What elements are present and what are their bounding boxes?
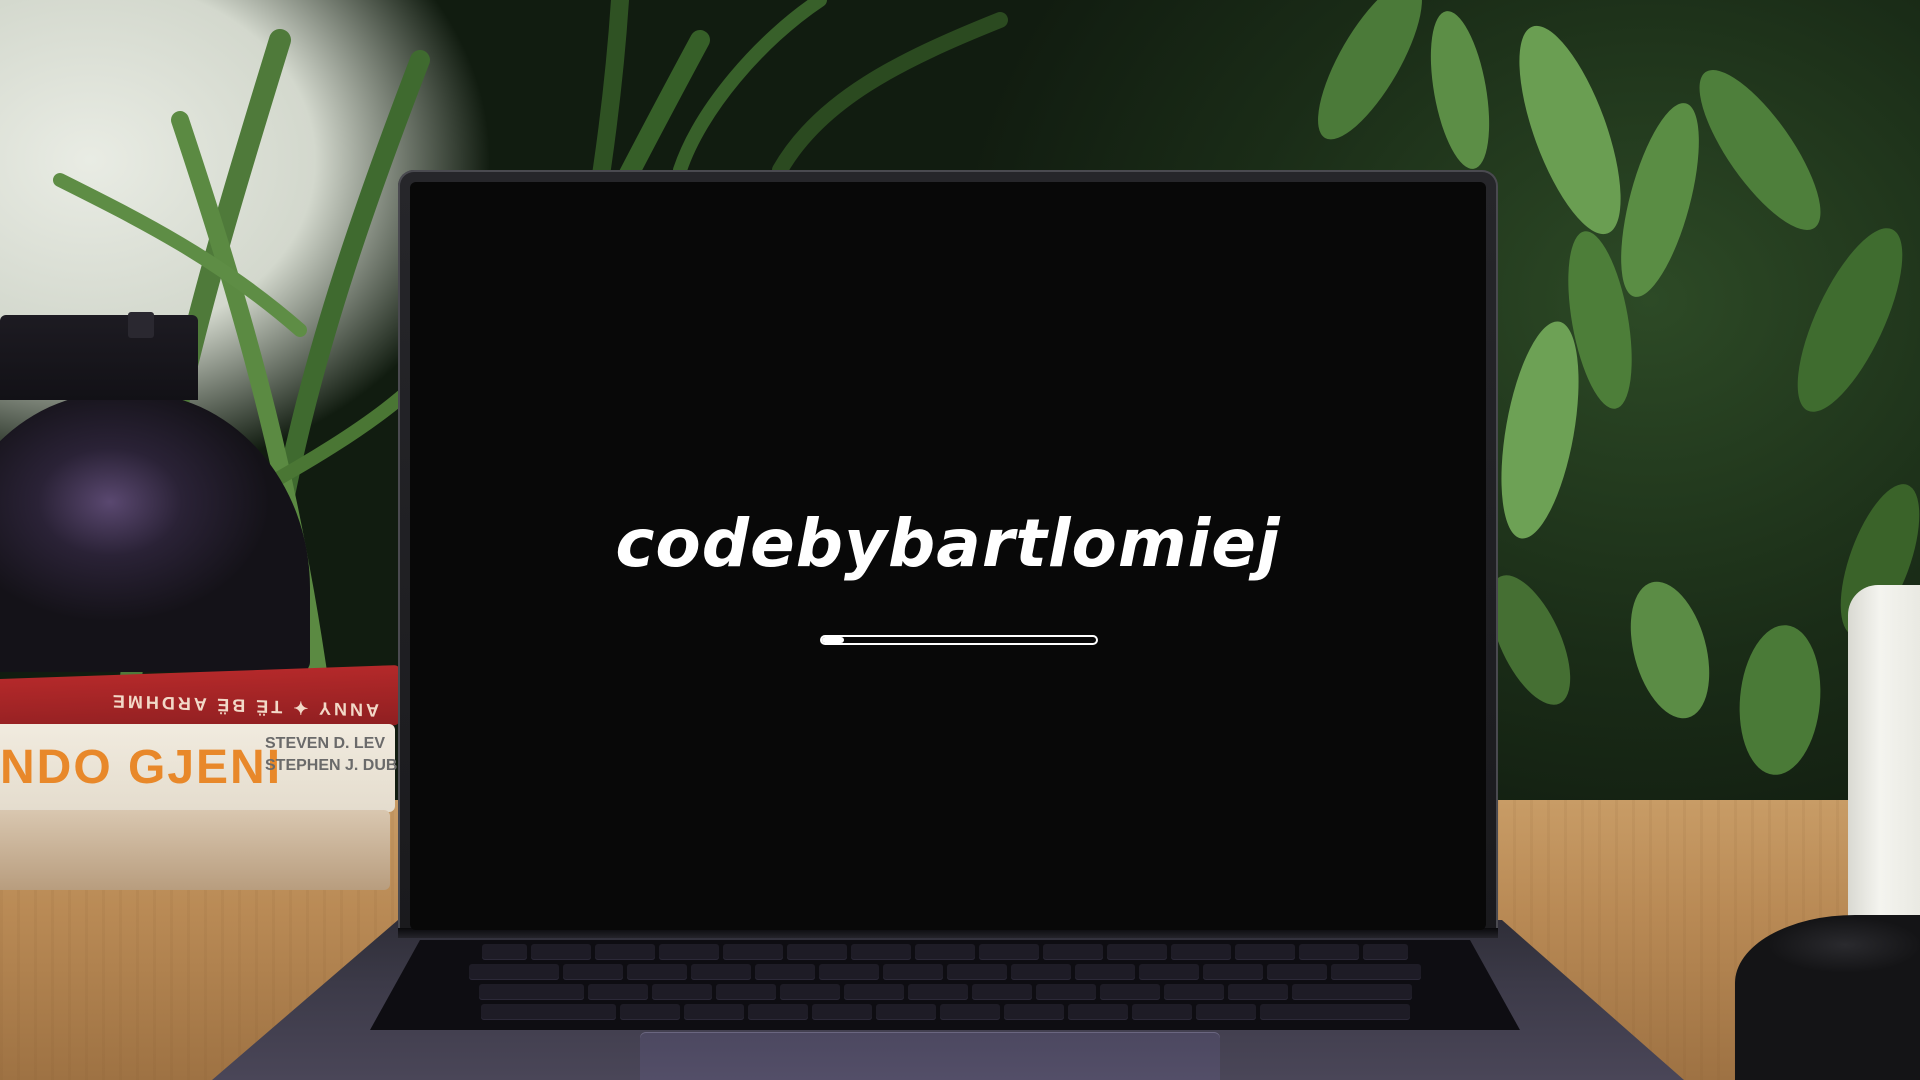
- keyboard-key: [787, 944, 847, 960]
- keyboard-key: [843, 984, 904, 1000]
- key-row: [370, 1004, 1520, 1022]
- keyboard-key: [1139, 964, 1199, 980]
- keyboard-key: [723, 944, 783, 960]
- keyboard-key: [480, 1004, 616, 1020]
- key-row: [370, 944, 1520, 962]
- black-stand: [1735, 915, 1920, 1080]
- keyboard-key: [851, 944, 911, 960]
- keyboard-key: [619, 1004, 680, 1020]
- keyboard-key: [1291, 984, 1412, 1000]
- keyboard-key: [979, 944, 1039, 960]
- keyboard-key: [627, 964, 687, 980]
- keyboard-key: [531, 944, 591, 960]
- keyboard-key: [1099, 984, 1160, 1000]
- keyboard-key: [747, 1004, 808, 1020]
- key-row: [370, 964, 1520, 982]
- keyboard-key: [971, 984, 1032, 1000]
- laptop-keyboard: [370, 940, 1520, 1030]
- keyboard-key: [1003, 1004, 1064, 1020]
- key-row: [370, 984, 1520, 1002]
- lamp-top: [0, 315, 198, 400]
- keyboard-key: [1363, 944, 1408, 960]
- keyboard-key: [651, 984, 712, 1000]
- keyboard-key: [915, 944, 975, 960]
- keyboard-key: [819, 964, 879, 980]
- keyboard-key: [875, 1004, 936, 1020]
- keyboard-key: [939, 1004, 1000, 1020]
- keyboard-key: [1035, 984, 1096, 1000]
- loading-progress-fill: [822, 637, 844, 643]
- book-author-2: STEPHEN J. DUB: [265, 757, 398, 774]
- keyboard-key: [482, 944, 527, 960]
- keyboard-key: [1043, 944, 1103, 960]
- keyboard-key: [1195, 1004, 1256, 1020]
- keyboard-key: [779, 984, 840, 1000]
- keyboard-key: [563, 964, 623, 980]
- keyboard-key: [1227, 984, 1288, 1000]
- keyboard-key: [1107, 944, 1167, 960]
- keyboard-key: [595, 944, 655, 960]
- loading-progress-bar: [820, 635, 1098, 645]
- keyboard-key: [1259, 1004, 1410, 1020]
- keyboard-key: [1299, 944, 1359, 960]
- keyboard-key: [683, 1004, 744, 1020]
- keyboard-key: [1011, 964, 1071, 980]
- keyboard-key: [1235, 944, 1295, 960]
- laptop-trackpad: [640, 1032, 1220, 1080]
- keyboard-key: [587, 984, 648, 1000]
- book-author-1: STEVEN D. LEV: [265, 735, 386, 752]
- keyboard-key: [907, 984, 968, 1000]
- white-book-title: NDO GJENI: [0, 741, 283, 794]
- white-book-authors: STEVEN D. LEV STEPHEN J. DUB: [265, 733, 397, 777]
- keyboard-key: [1131, 1004, 1192, 1020]
- keyboard-key: [883, 964, 943, 980]
- keyboard-key: [659, 944, 719, 960]
- keyboard-key: [691, 964, 751, 980]
- bottom-book: [0, 810, 390, 890]
- keyboard-key: [1203, 964, 1263, 980]
- keyboard-key: [715, 984, 776, 1000]
- keyboard-key: [1163, 984, 1224, 1000]
- lamp-clip: [128, 312, 154, 338]
- keyboard-key: [1331, 964, 1421, 980]
- keyboard-key: [1171, 944, 1231, 960]
- keyboard-key: [755, 964, 815, 980]
- keyboard-key: [1067, 1004, 1128, 1020]
- keyboard-key: [1267, 964, 1327, 980]
- laptop-screen: codebybartlomiej: [410, 182, 1486, 930]
- photo-scene: ANNY ✦ TË BË ARDHME NDO GJENI STEVEN D. …: [0, 0, 1920, 1080]
- keyboard-key: [469, 964, 559, 980]
- keyboard-key: [947, 964, 1007, 980]
- keyboard-key: [1075, 964, 1135, 980]
- keyboard-key: [811, 1004, 872, 1020]
- keyboard-key: [478, 984, 584, 1000]
- loading-brand-text: codebybartlomiej: [615, 505, 1281, 582]
